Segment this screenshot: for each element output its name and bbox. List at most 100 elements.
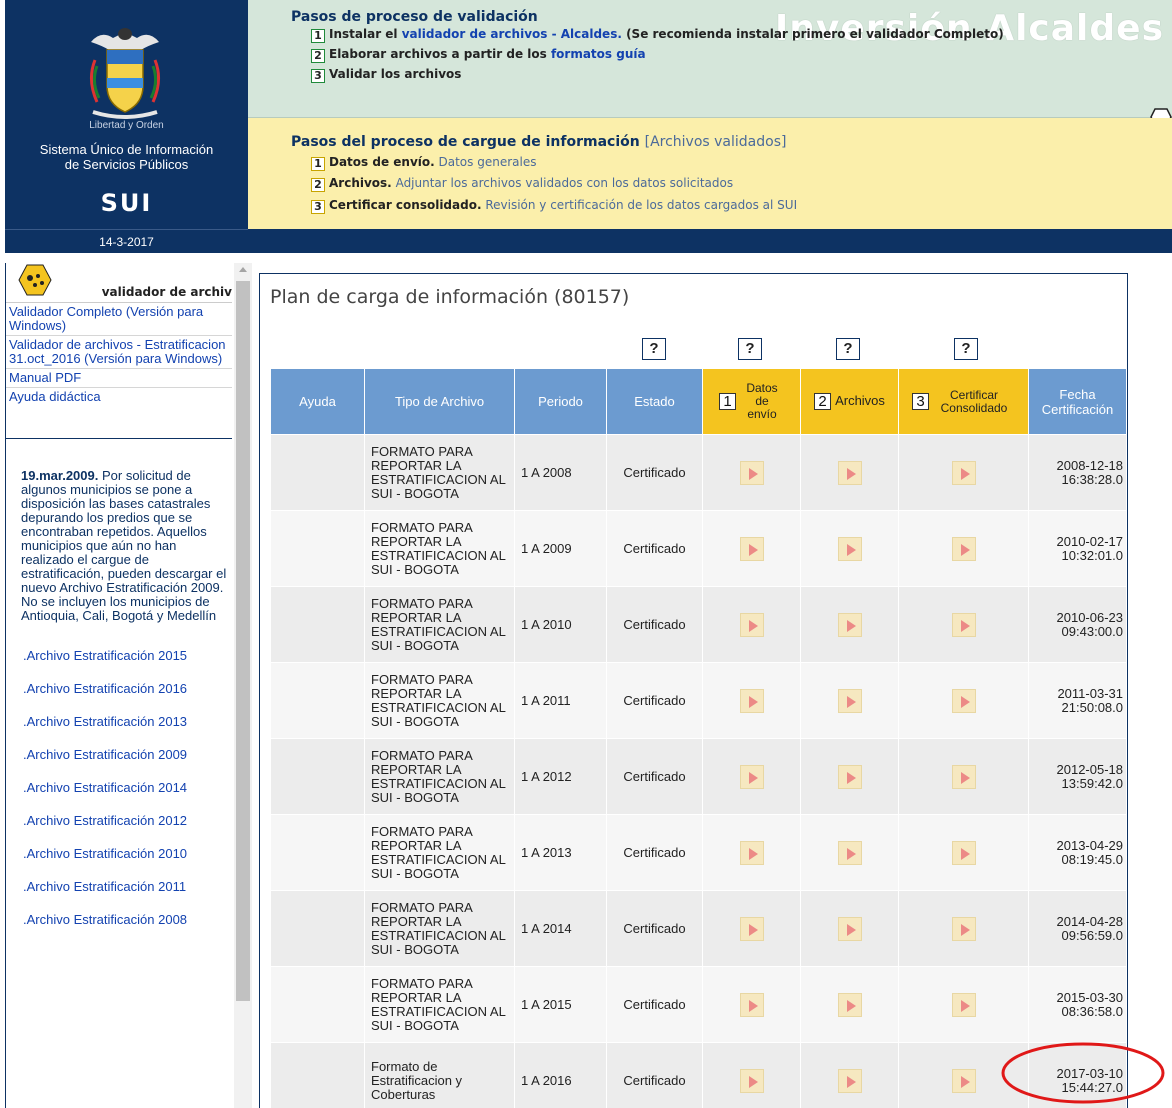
formatos-guia-link[interactable]: formatos guía: [551, 47, 646, 61]
estado-cell: Certificado: [606, 510, 703, 587]
archivos-cell: [800, 662, 899, 739]
archive-link-2013[interactable]: .Archivo Estratificación 2013: [6, 715, 232, 748]
play-icon[interactable]: [837, 612, 862, 637]
ayuda-cell: [270, 738, 365, 815]
archive-link-2010[interactable]: .Archivo Estratificación 2010: [6, 847, 232, 880]
play-icon[interactable]: [951, 688, 976, 713]
archive-link-2008[interactable]: .Archivo Estratificación 2008: [6, 913, 232, 946]
datos-cell: [702, 434, 801, 511]
estado-cell: Certificado: [606, 814, 703, 891]
ayuda-cell: [270, 814, 365, 891]
play-icon[interactable]: [837, 992, 862, 1017]
play-icon[interactable]: [837, 1068, 862, 1093]
validation-step-1: 1 Instalar el validador de archivos - Alc…: [311, 27, 1004, 43]
play-icon[interactable]: [951, 916, 976, 941]
step-number: 1: [311, 157, 325, 171]
sidebar-link-manual-pdf[interactable]: Manual PDF: [6, 369, 232, 388]
archive-link-2016[interactable]: .Archivo Estratificación 2016: [6, 682, 232, 715]
table-header-row: Ayuda Tipo de Archivo Periodo Estado 1 Da…: [270, 368, 1127, 435]
play-icon[interactable]: [739, 764, 764, 789]
play-icon[interactable]: [739, 840, 764, 865]
help-estado-button[interactable]: ?: [642, 338, 666, 360]
step-number: 3: [311, 69, 325, 83]
play-icon[interactable]: [739, 992, 764, 1017]
archive-link-2014[interactable]: .Archivo Estratificación 2014: [6, 781, 232, 814]
archivos-cell: [800, 586, 899, 663]
periodo-cell: 1 A 2010: [514, 586, 607, 663]
estado-cell: Certificado: [606, 434, 703, 511]
archive-link-2009[interactable]: .Archivo Estratificación 2009: [6, 748, 232, 781]
fecha-cell: 2010-02-17 10:32:01.0: [1028, 510, 1127, 587]
play-icon[interactable]: [951, 840, 976, 865]
play-icon[interactable]: [739, 1068, 764, 1093]
certificar-cell: [898, 586, 1029, 663]
sidebar-link-ayuda-didactica[interactable]: Ayuda didáctica: [6, 388, 232, 406]
estado-cell: Certificado: [606, 662, 703, 739]
certificar-cell: [898, 434, 1029, 511]
play-icon[interactable]: [951, 764, 976, 789]
step-number: 3: [311, 200, 325, 214]
play-icon[interactable]: [837, 536, 862, 561]
ayuda-cell: [270, 434, 365, 511]
system-name: Sistema Único de Información de Servicio…: [5, 142, 248, 172]
help-datos-button[interactable]: ?: [738, 338, 762, 360]
play-icon[interactable]: [739, 688, 764, 713]
cargue-title-note: [Archivos validados]: [644, 134, 787, 150]
site-header: Libertad y Orden Sistema Único de Inform…: [5, 0, 1172, 253]
sidebar-scrollbar[interactable]: [234, 263, 252, 1108]
cargue-step-3: 3 Certificar consolidado. Revisión y cert…: [311, 198, 797, 214]
play-icon[interactable]: [951, 992, 976, 1017]
news-date: 19.mar.2009.: [21, 468, 99, 483]
help-certificar-button[interactable]: ?: [954, 338, 978, 360]
certificar-cell: [898, 510, 1029, 587]
play-icon[interactable]: [739, 536, 764, 561]
cargue-title-text: Pasos del proceso de cargue de informaci…: [291, 134, 640, 150]
play-icon[interactable]: [837, 460, 862, 485]
datos-cell: [702, 510, 801, 587]
validation-step-3: 3 Validar los archivos: [311, 67, 461, 83]
play-icon[interactable]: [951, 460, 976, 485]
step-label: Archivos.: [329, 176, 392, 190]
play-icon[interactable]: [837, 764, 862, 789]
tipo-cell: FORMATO PARA REPORTAR LA ESTRATIFICACION…: [364, 510, 515, 587]
help-archivos-button[interactable]: ?: [836, 338, 860, 360]
col-ayuda: Ayuda: [270, 368, 365, 435]
play-icon[interactable]: [739, 460, 764, 485]
datos-cell: [702, 890, 801, 967]
scroll-up-arrow-icon[interactable]: [239, 267, 247, 272]
sidebar-link-validador-completo[interactable]: Validador Completo (Versión para Windows…: [6, 303, 232, 336]
play-icon[interactable]: [951, 612, 976, 637]
play-icon[interactable]: [837, 688, 862, 713]
validator-alcaldes-link[interactable]: validador de archivos - Alcaldes.: [402, 27, 622, 41]
certificar-cell: [898, 966, 1029, 1043]
estado-cell: Certificado: [606, 890, 703, 967]
scrollbar-thumb[interactable]: [236, 281, 250, 1001]
certificar-cell: [898, 662, 1029, 739]
fecha-cell: 2010-06-23 09:43:00.0: [1028, 586, 1127, 663]
archivos-cell: [800, 1042, 899, 1108]
sidebar-link-validador-estratificacion[interactable]: Validador de archivos - Estratificacion …: [6, 336, 232, 369]
archivos-cell: [800, 814, 899, 891]
col-certificar: 3 Certificar Consolidado: [898, 368, 1029, 435]
plan-title: Plan de carga de información (80157): [270, 286, 630, 308]
system-name-line1: Sistema Único de Información: [39, 142, 214, 157]
col-datos-label: Datos de envío: [746, 381, 778, 421]
play-icon[interactable]: [837, 840, 862, 865]
ayuda-cell: [270, 1042, 365, 1108]
play-icon[interactable]: [951, 1068, 976, 1093]
archive-link-2012[interactable]: .Archivo Estratificación 2012: [6, 814, 232, 847]
play-icon[interactable]: [739, 612, 764, 637]
archive-link-2011[interactable]: .Archivo Estratificación 2011: [6, 880, 232, 913]
play-icon[interactable]: [951, 536, 976, 561]
ayuda-cell: [270, 966, 365, 1043]
play-icon[interactable]: [739, 916, 764, 941]
news-body: Por solicitud de algunos municipios se p…: [21, 468, 227, 623]
datos-cell: [702, 662, 801, 739]
step-number: 2: [814, 393, 832, 411]
validation-step-2: 2 Elaborar archivos a partir de los forma…: [311, 47, 646, 63]
periodo-cell: 1 A 2009: [514, 510, 607, 587]
archive-link-2015[interactable]: .Archivo Estratificación 2015: [6, 649, 232, 682]
tipo-cell: FORMATO PARA REPORTAR LA ESTRATIFICACION…: [364, 662, 515, 739]
play-icon[interactable]: [837, 916, 862, 941]
archivos-cell: [800, 434, 899, 511]
